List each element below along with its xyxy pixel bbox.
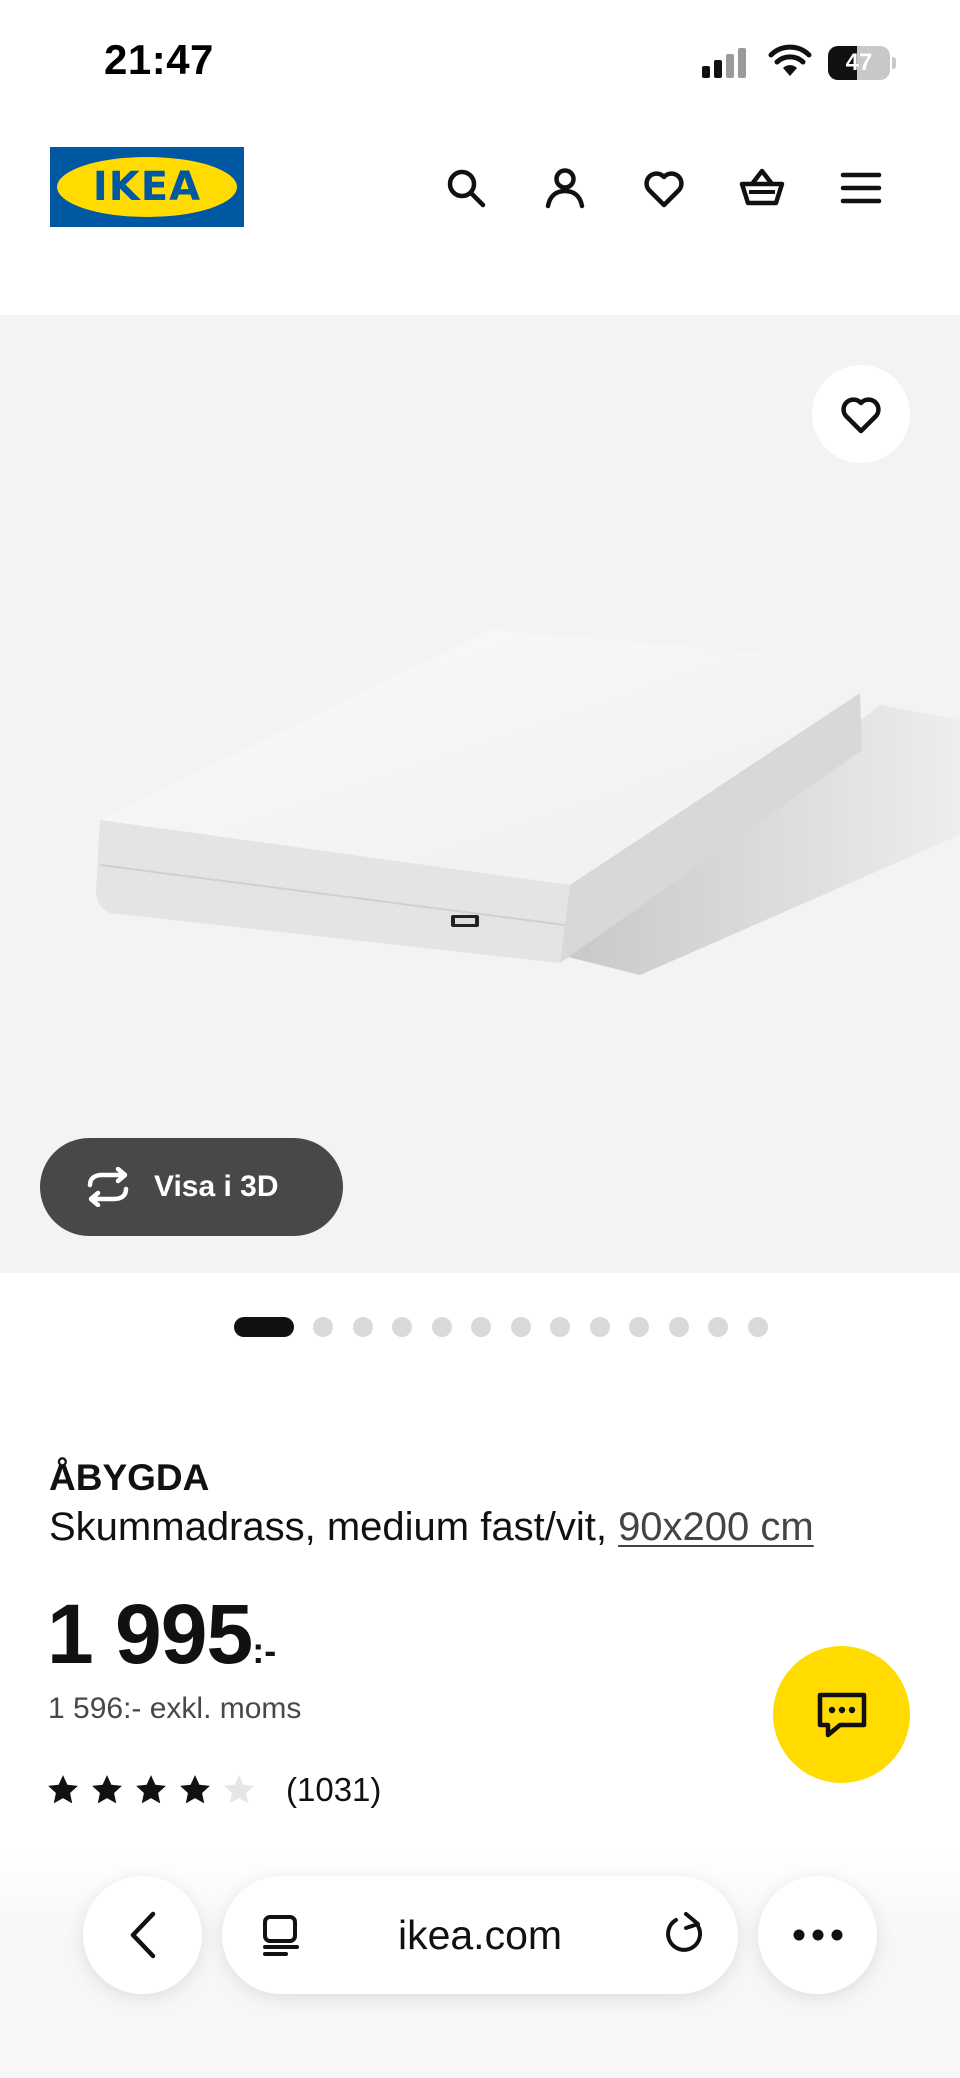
price-value: 1 995 bbox=[47, 1587, 253, 1681]
back-icon bbox=[130, 1911, 155, 1959]
view-in-3d-button[interactable]: Visa i 3D bbox=[40, 1138, 343, 1236]
product-description: Skummadrass, medium fast/vit, 90x200 cm bbox=[49, 1505, 814, 1550]
pagination-dot[interactable] bbox=[747, 1317, 768, 1337]
logo-text: IKEA bbox=[92, 164, 202, 210]
view-in-3d-label: Visa i 3D bbox=[154, 1170, 279, 1203]
price-suffix: :- bbox=[252, 1630, 277, 1671]
price-excl-vat: 1 596:- exkl. moms bbox=[48, 1692, 302, 1725]
ikea-logo[interactable]: IKEA bbox=[50, 147, 244, 227]
product-rating[interactable]: (1031) bbox=[46, 1768, 381, 1812]
pagination-dot[interactable] bbox=[510, 1317, 531, 1337]
reload-icon[interactable] bbox=[662, 1912, 708, 1958]
pagination-dot[interactable] bbox=[352, 1317, 373, 1337]
chat-button[interactable] bbox=[773, 1646, 910, 1783]
battery-level: 47 bbox=[845, 49, 873, 76]
heart-icon bbox=[841, 397, 881, 434]
product-size-link[interactable]: 90x200 cm bbox=[618, 1505, 814, 1549]
back-button[interactable] bbox=[83, 1876, 202, 1994]
search-icon[interactable] bbox=[438, 160, 494, 216]
mattress-image bbox=[96, 630, 960, 975]
image-pagination bbox=[0, 1314, 960, 1338]
product-description-text: Skummadrass, medium fast/vit, bbox=[49, 1505, 607, 1549]
menu-icon[interactable] bbox=[833, 160, 889, 216]
chat-icon bbox=[817, 1692, 866, 1737]
more-button[interactable] bbox=[758, 1876, 877, 1994]
product-price: 1 995:- bbox=[47, 1586, 276, 1683]
star-empty-icon bbox=[224, 1775, 254, 1804]
status-bar: 21:47 47 bbox=[0, 0, 960, 120]
pagination-dot[interactable] bbox=[431, 1317, 452, 1337]
pagination-dot[interactable] bbox=[668, 1317, 689, 1337]
heart-icon[interactable] bbox=[636, 160, 692, 216]
star-filled-icon bbox=[48, 1775, 78, 1804]
pagination-dot-active[interactable] bbox=[234, 1317, 294, 1337]
site-header: IKEA bbox=[0, 120, 960, 310]
pagination-dot[interactable] bbox=[589, 1317, 610, 1337]
pagination-dot[interactable] bbox=[629, 1317, 649, 1337]
pagination-dot[interactable] bbox=[550, 1317, 570, 1337]
address-bar[interactable]: ikea.com bbox=[222, 1876, 738, 1994]
pagination-dot[interactable] bbox=[708, 1317, 728, 1337]
wifi-icon bbox=[768, 44, 812, 76]
pagination-dot[interactable] bbox=[392, 1317, 412, 1337]
url-text[interactable]: ikea.com bbox=[222, 1912, 738, 1959]
add-to-favorites-button[interactable] bbox=[812, 365, 910, 463]
star-filled-icon bbox=[136, 1775, 166, 1804]
star-filled-icon bbox=[92, 1775, 122, 1804]
pagination-dot[interactable] bbox=[471, 1317, 491, 1337]
battery-icon: 47 bbox=[828, 46, 896, 80]
review-count[interactable]: (1031) bbox=[286, 1771, 381, 1809]
signal-icon bbox=[702, 48, 750, 78]
rotate-3d-icon bbox=[87, 1167, 129, 1207]
status-time: 21:47 bbox=[104, 36, 214, 83]
more-icon bbox=[793, 1929, 842, 1941]
product-name: ÅBYGDA bbox=[49, 1457, 210, 1498]
product-image-gallery[interactable]: Visa i 3D bbox=[0, 315, 960, 1273]
browser-toolbar: ikea.com bbox=[0, 1846, 960, 2078]
account-icon[interactable] bbox=[537, 160, 593, 216]
basket-icon[interactable] bbox=[734, 160, 790, 216]
star-filled-icon bbox=[180, 1775, 210, 1804]
pagination-dot[interactable] bbox=[313, 1317, 333, 1337]
